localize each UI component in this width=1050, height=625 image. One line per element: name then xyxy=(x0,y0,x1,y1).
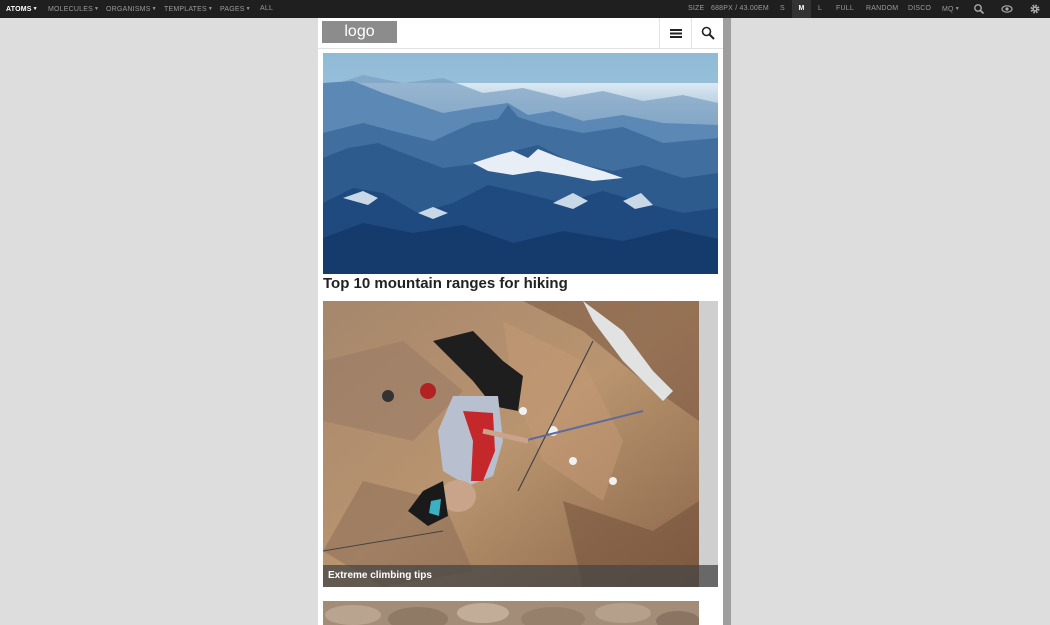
size-disco-button[interactable]: DISCO xyxy=(908,0,931,18)
nav-templates[interactable]: TEMPLATES▼ xyxy=(164,0,213,18)
menu-button[interactable] xyxy=(659,18,692,48)
size-full-button[interactable]: FULL xyxy=(836,0,854,18)
nav-organisms[interactable]: ORGANISMS▼ xyxy=(106,0,157,18)
site-logo[interactable]: logo xyxy=(322,21,397,43)
search-icon xyxy=(701,26,715,40)
pattern-lab-toolbar: ATOMS▼ MOLECULES▼ ORGANISMS▼ TEMPLATES▼ … xyxy=(0,0,1050,18)
menu-icon xyxy=(670,29,682,38)
climbing-teaser-card[interactable]: Extreme climbing tips xyxy=(323,301,718,587)
nav-atoms[interactable]: ATOMS▼ xyxy=(6,0,38,18)
nav-pages[interactable]: PAGES▼ xyxy=(220,0,251,18)
size-s-button[interactable]: S xyxy=(780,0,785,18)
site-search-button[interactable] xyxy=(691,18,723,48)
site-header: logo xyxy=(318,18,723,49)
hero-headline[interactable]: Top 10 mountain ranges for hiking xyxy=(323,274,718,294)
nav-molecules[interactable]: MOLECULES▼ xyxy=(48,0,99,18)
eye-icon[interactable] xyxy=(1001,3,1013,15)
size-random-button[interactable]: RANDOM xyxy=(866,0,898,18)
climbing-caption[interactable]: Extreme climbing tips xyxy=(328,565,432,587)
size-px-value[interactable]: 688PX xyxy=(711,5,733,12)
hero-mountain-image[interactable] xyxy=(323,53,718,274)
rock-teaser-image[interactable] xyxy=(323,601,699,625)
size-l-button[interactable]: L xyxy=(818,0,822,18)
search-icon[interactable] xyxy=(973,3,985,15)
rocks-photo xyxy=(323,601,699,625)
gear-icon[interactable] xyxy=(1029,3,1041,15)
climber-photo xyxy=(323,301,699,587)
size-em-value[interactable]: 43.00EM xyxy=(740,5,769,12)
mq-dropdown[interactable]: MQ▼ xyxy=(942,0,960,18)
size-m-button[interactable]: M xyxy=(792,0,811,18)
nav-all[interactable]: ALL xyxy=(260,0,273,18)
size-readout: 688PX / 43.00EM xyxy=(711,0,769,18)
mountain-landscape-image xyxy=(323,53,718,274)
caption-bar: Extreme climbing tips xyxy=(323,565,718,587)
viewport-resize-handle[interactable] xyxy=(723,18,731,625)
pattern-viewport: logo Top 10 mountain ranges for hiking E… xyxy=(318,18,723,625)
size-separator: / xyxy=(735,5,738,12)
size-label: SIZE xyxy=(688,5,705,12)
